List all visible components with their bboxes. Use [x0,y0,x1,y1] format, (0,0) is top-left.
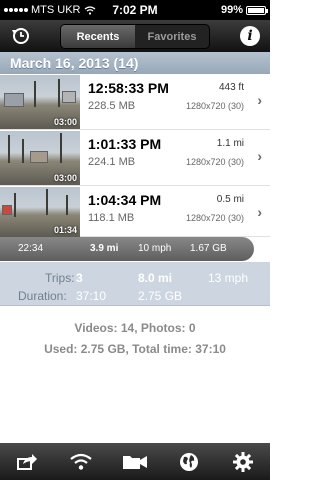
chevron-right-icon: › [257,204,262,220]
video-thumbnail: 03:00 [0,131,80,185]
video-thumbnail: 03:00 [0,75,80,129]
battery-icon [246,5,268,15]
chevron-right-icon: › [257,92,262,108]
signal-icon [4,8,28,12]
recording-resolution: 1280x720 (30) [185,101,244,111]
nav-bar: Recents Favorites i [0,20,270,52]
recording-time: 1:01:33 PM [88,136,162,152]
status-right: 99% [171,4,268,16]
recording-row[interactable]: 03:00 12:58:33 PM 443 ft 228.5 MB 1280x7… [0,74,270,130]
segmented-control: Recents Favorites [60,24,210,49]
status-bar: MTS UKR 7:02 PM 99% [0,0,270,20]
storage-used: Used: 2.75 GB, Total time: 37:10 [44,342,226,356]
gear-icon[interactable] [226,448,260,476]
recording-distance: 0.5 mi [216,194,244,205]
refresh-clock-icon[interactable] [10,26,32,46]
video-duration: 01:34 [53,225,77,235]
recording-resolution: 1280x720 (30) [185,213,244,223]
recording-time: 1:04:34 PM [88,192,162,208]
recording-size: 228.5 MB [88,100,136,112]
globe-icon[interactable] [172,448,206,476]
share-icon[interactable] [10,448,44,476]
wifi-status-icon [84,5,95,15]
recording-size: 118.1 MB [88,212,135,224]
recording-size: 224.1 MB [88,156,136,168]
video-duration: 03:00 [53,173,77,183]
video-folder-icon[interactable] [118,448,152,476]
summary-size: 1.67 GB [190,243,227,254]
wifi-icon[interactable] [64,448,98,476]
duration-label: Duration: [18,289,67,303]
recording-resolution: 1280x720 (30) [185,157,244,167]
recording-row[interactable]: 01:34 1:04:34 PM 0.5 mi 118.1 MB 1280x72… [0,186,270,237]
recording-distance: 1.1 mi [216,138,244,149]
status-time: 7:02 PM [112,3,158,17]
duration-value: 37:10 [76,289,107,303]
trips-value: 3 [76,271,83,285]
video-thumbnail: 01:34 [0,187,80,237]
status-left: MTS UKR [4,4,99,16]
summary-speed: 10 mph [138,243,172,254]
battery-fill [248,7,264,13]
tab-favorites[interactable]: Favorites [135,25,209,48]
recording-distance: 443 ft [218,82,244,93]
total-size: 2.75 GB [138,289,183,303]
day-summary-bar: 22:34 3.9 mi 10 mph 1.67 GB [0,237,254,261]
battery-percent: 99% [220,4,243,16]
section-header: March 16, 2013 (14) [0,52,270,74]
average-speed: 13 mph [208,271,249,285]
recording-time: 12:58:33 PM [88,80,169,96]
media-count: Videos: 14, Photos: 0 [74,321,196,335]
summary-time: 22:34 [18,243,44,254]
chevron-right-icon: › [257,148,262,164]
tab-recents[interactable]: Recents [61,25,135,48]
totals-panel: Trips: 3 8.0 mi 13 mph Duration: 37:10 2… [0,262,270,306]
recording-row[interactable]: 03:00 1:01:33 PM 1.1 mi 224.1 MB 1280x72… [0,130,270,186]
bottom-toolbar [0,443,270,480]
video-duration: 03:00 [53,117,77,127]
summary-distance: 3.9 mi [90,243,119,254]
total-distance: 8.0 mi [138,271,173,285]
carrier-label: MTS UKR [31,4,81,16]
trips-label: Trips: [45,271,75,285]
info-icon[interactable]: i [240,26,260,46]
